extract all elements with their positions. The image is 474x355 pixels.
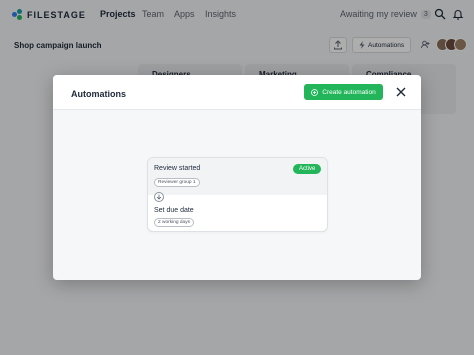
create-automation-label: Create automation — [322, 88, 376, 96]
status-badge: Active — [293, 164, 322, 174]
action-chip: 2 working days — [154, 218, 194, 227]
modal-header: Automations Create automation — [53, 75, 421, 110]
plus-circle-icon — [311, 88, 319, 96]
automation-trigger: Review started Reviewer group 1 Active — [148, 158, 327, 195]
create-automation-button[interactable]: Create automation — [304, 84, 383, 100]
automation-card[interactable]: Review started Reviewer group 1 Active S… — [147, 157, 328, 232]
arrow-down-icon — [154, 192, 164, 202]
close-icon[interactable] — [395, 86, 407, 98]
modal-title: Automations — [71, 89, 126, 99]
action-title: Set due date — [154, 207, 194, 214]
trigger-title: Review started — [154, 165, 201, 172]
automations-modal: Automations Create automation Review sta… — [53, 75, 421, 280]
trigger-chip: Reviewer group 1 — [154, 178, 200, 187]
